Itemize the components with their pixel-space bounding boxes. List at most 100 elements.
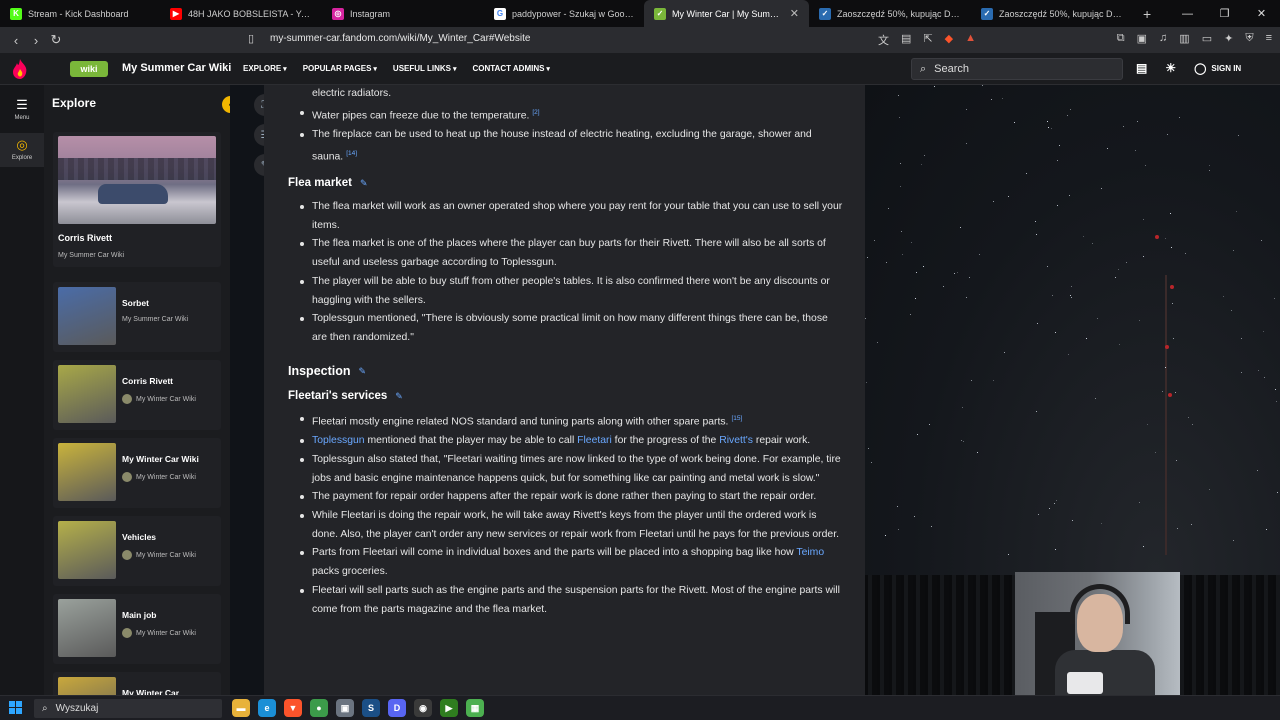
wiki-logo[interactable]: wiki <box>70 61 108 77</box>
close-tab-icon[interactable]: ✕ <box>790 7 799 20</box>
close-window-icon[interactable]: ✕ <box>1243 7 1280 20</box>
nav-menu-explore[interactable]: EXPLORE <box>243 64 287 73</box>
kick-icon[interactable]: ▶ <box>440 699 458 717</box>
discord-icon[interactable]: D <box>388 699 406 717</box>
card-sub: My Summer Car Wiki <box>122 316 188 323</box>
heading-flea-market-text: Flea market <box>288 177 352 189</box>
theme-toggle-icon[interactable]: ☀ <box>1165 61 1176 75</box>
obs-icon[interactable]: ◉ <box>414 699 432 717</box>
reference-link[interactable]: [15] <box>731 415 742 422</box>
app-green-icon[interactable]: ▦ <box>466 699 484 717</box>
tab-label: Zaoszczędź 50%, kupując Darts Up <box>999 8 1123 19</box>
vpn-icon[interactable]: ⛨ <box>1245 32 1253 45</box>
nav-menu-useful-links[interactable]: USEFUL LINKS <box>393 64 457 73</box>
wallet-icon[interactable]: ▭ <box>1202 32 1212 45</box>
rail-menu[interactable]: ☰ Menu <box>0 97 44 121</box>
screenshot-icon[interactable]: ▣ <box>1137 32 1147 45</box>
file-explorer-icon[interactable]: ▬ <box>232 699 250 717</box>
browser-tab[interactable]: ✓ Zaoszczędź 50%, kupując Darts Up <box>971 0 1133 27</box>
explore-card[interactable]: My Winter Car <box>53 672 221 695</box>
instagram-icon: ◎ <box>332 7 344 20</box>
webcam-overlay <box>1015 572 1180 697</box>
explore-card[interactable]: Vehicles My Winter Car Wiki <box>53 516 221 586</box>
reference-link[interactable]: [14] <box>346 150 357 157</box>
heading-fleetari-services: Fleetari's services ✎ <box>288 390 403 402</box>
browser-tab[interactable]: ◎ Instagram <box>322 0 484 27</box>
wiki-link[interactable]: Fleetari <box>577 435 612 446</box>
reader-icon[interactable]: ▤ <box>901 32 911 48</box>
card-sub: My Winter Car Wiki <box>122 550 196 560</box>
rail-explore[interactable]: ◎ Explore <box>0 133 44 167</box>
extensions-icon[interactable]: ⧉ <box>1117 32 1125 45</box>
nav-menu-contact-admins[interactable]: CONTACT ADMINS <box>472 64 549 73</box>
bullet-list: Fleetari mostly engine related NOS stand… <box>288 410 843 619</box>
list-item: The payment for repair order happens aft… <box>288 488 843 507</box>
explore-title: Explore <box>52 96 97 110</box>
share-icon[interactable]: ⇱ <box>923 32 932 48</box>
list-item: The flea market is one of the places whe… <box>288 235 843 272</box>
forward-icon[interactable]: › <box>26 33 46 48</box>
browser-tab[interactable]: ▶ 48H JAKO BOBSLEISTA - YouTube <box>160 0 322 27</box>
bookmark-icon[interactable]: ▯ <box>248 32 254 45</box>
minimize-icon[interactable]: — <box>1169 8 1206 20</box>
taskbar-search-placeholder: Wyszukaj <box>55 703 99 714</box>
rail-menu-label: Menu <box>14 115 30 121</box>
user-icon: ◯ <box>1194 62 1207 75</box>
browser-tab[interactable]: ✓ Zaoszczędź 50%, kupując Darts and <box>809 0 971 27</box>
music-icon[interactable]: ♫ <box>1159 32 1167 45</box>
card-thumbnail <box>58 365 116 423</box>
browser-tab[interactable]: ✓ My Winter Car | My Summer Car ✕ <box>644 0 809 27</box>
brave-shield-icon[interactable]: ◆ <box>945 32 953 48</box>
explore-card[interactable]: My Winter Car Wiki My Winter Car Wiki <box>53 438 221 508</box>
wiki-search-input[interactable]: ⌕ Search <box>911 58 1123 80</box>
edit-section-icon[interactable]: ✎ <box>360 178 368 189</box>
edit-section-icon[interactable]: ✎ <box>359 366 367 377</box>
nav-menu-popular-pages[interactable]: POPULAR PAGES <box>303 64 377 73</box>
windows-start-icon[interactable] <box>9 701 22 714</box>
translate-icon[interactable]: 文 <box>878 32 889 48</box>
list-text: The flea market will work as an owner op… <box>312 201 843 231</box>
list-text: Toplessgun mentioned, "There is obviousl… <box>312 313 828 343</box>
tab-label: My Winter Car | My Summer Car <box>672 8 780 19</box>
sign-in-button[interactable]: ◯ SIGN IN <box>1194 62 1241 75</box>
list-item: Toplessgun also stated that, "Fleetari w… <box>288 451 843 488</box>
discussions-icon[interactable]: ▤ <box>1136 61 1147 75</box>
wiki-link[interactable]: Toplessgun <box>312 435 365 446</box>
featured-thumbnail <box>58 136 216 224</box>
sidebar-icon[interactable]: ▥ <box>1179 32 1189 45</box>
wiki-nav-menu: EXPLORE POPULAR PAGES USEFUL LINKS CONTACT … <box>243 64 550 73</box>
wiki-link[interactable]: Rivett's <box>719 435 753 446</box>
new-tab-icon[interactable]: + <box>1133 6 1161 22</box>
wiki-mini-icon <box>122 472 132 482</box>
reload-icon[interactable]: ↻ <box>46 32 66 48</box>
back-icon[interactable]: ‹ <box>6 33 26 48</box>
featured-card[interactable]: Corris Rivett My Summer Car Wiki <box>53 132 221 267</box>
featured-title: Corris Rivett <box>58 233 113 243</box>
rewards-icon[interactable]: ▲ <box>965 32 976 48</box>
edge-icon[interactable]: e <box>258 699 276 717</box>
restore-icon[interactable]: ❐ <box>1206 7 1243 20</box>
wiki-name[interactable]: My Summer Car Wiki <box>122 62 231 74</box>
steam-icon[interactable]: S <box>362 699 380 717</box>
chrome-icon[interactable]: ● <box>310 699 328 717</box>
browser-tab[interactable]: K Stream - Kick Dashboard <box>0 0 160 27</box>
explore-card[interactable]: Corris Rivett My Winter Car Wiki <box>53 360 221 430</box>
explore-card[interactable]: Sorbet My Summer Car Wiki <box>53 282 221 352</box>
card-thumbnail <box>58 443 116 501</box>
fandom-flame-icon[interactable] <box>8 57 32 81</box>
menu-icon[interactable]: ≡ <box>1266 32 1272 45</box>
card-sub-label: My Winter Car Wiki <box>136 629 196 637</box>
leo-icon[interactable]: ✦ <box>1224 32 1233 45</box>
explore-card[interactable]: Main job My Winter Car Wiki <box>53 594 221 664</box>
address-url[interactable]: my-summer-car.fandom.com/wiki/My_Winter_… <box>270 33 530 44</box>
browser-tab[interactable]: Gpaddypower - Szukaj w Google <box>484 0 644 27</box>
app-icon[interactable]: ▣ <box>336 699 354 717</box>
list-item: The flea market will work as an owner op… <box>288 198 843 235</box>
edit-section-icon[interactable]: ✎ <box>395 391 403 402</box>
reference-link[interactable]: [2] <box>532 109 539 116</box>
card-thumbnail <box>58 521 116 579</box>
bullet-list: electric radiators. Water pipes can freez… <box>288 85 843 167</box>
wiki-link[interactable]: Teimo <box>796 547 824 558</box>
taskbar-search-input[interactable]: ⌕ Wyszukaj <box>34 699 222 718</box>
brave-icon[interactable]: ▼ <box>284 699 302 717</box>
